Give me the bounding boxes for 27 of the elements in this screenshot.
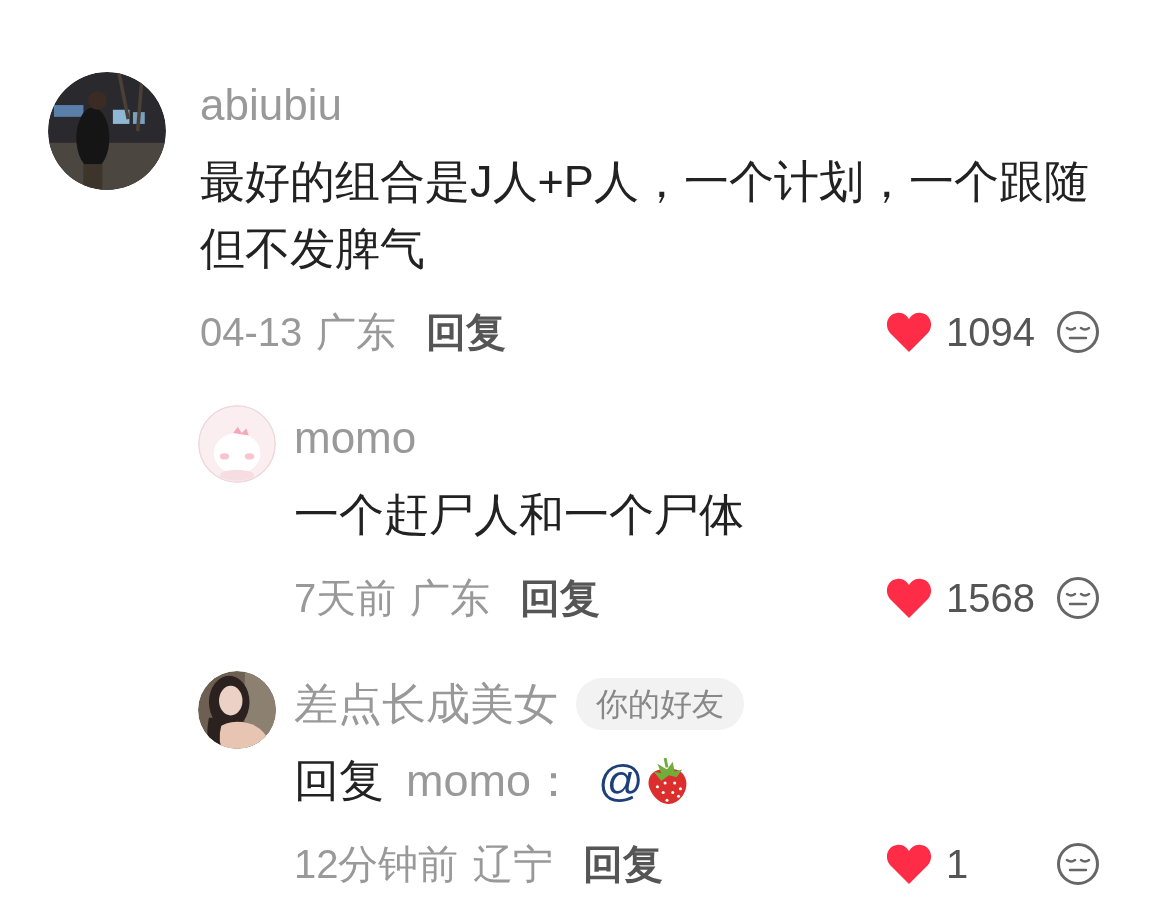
user-name[interactable]: abiubiu [200,72,1100,138]
comment-text: 一个赶尸人和一个尸体 [294,488,745,542]
reply-button[interactable]: 回复 [582,836,663,892]
friend-badge: 你的好友 [576,678,744,730]
comment-time: 7天前 [294,574,397,622]
reply-button[interactable]: 回复 [426,304,507,360]
reply-button[interactable]: 回复 [520,570,601,626]
face-icon[interactable] [1056,310,1100,354]
comment-text: 最好的组合是J人+P人，一个计划，一个跟随但不发脾气 [200,155,1090,276]
like-count: 1094 [946,309,1036,355]
user-name[interactable]: momo [294,405,417,471]
reply-prefix: 回复 [294,754,384,808]
comment-time: 04-13 [200,309,303,355]
comment-location: 广东 [316,308,397,356]
comment-location: 广东 [410,574,491,622]
comment-time: 12分钟前 [294,840,459,888]
face-icon[interactable] [1056,842,1100,886]
heart-icon[interactable] [886,311,932,353]
face-icon[interactable] [1056,576,1100,620]
user-name[interactable]: 差点长成美女 [294,671,558,737]
mention-text: @ [598,754,644,808]
reply-target[interactable]: momo： [406,747,577,814]
like-count: 1 [946,841,970,887]
like-count: 1568 [946,575,1036,621]
comment-location: 辽宁 [472,840,553,888]
heart-icon[interactable] [886,577,932,619]
heart-icon[interactable] [886,843,932,885]
